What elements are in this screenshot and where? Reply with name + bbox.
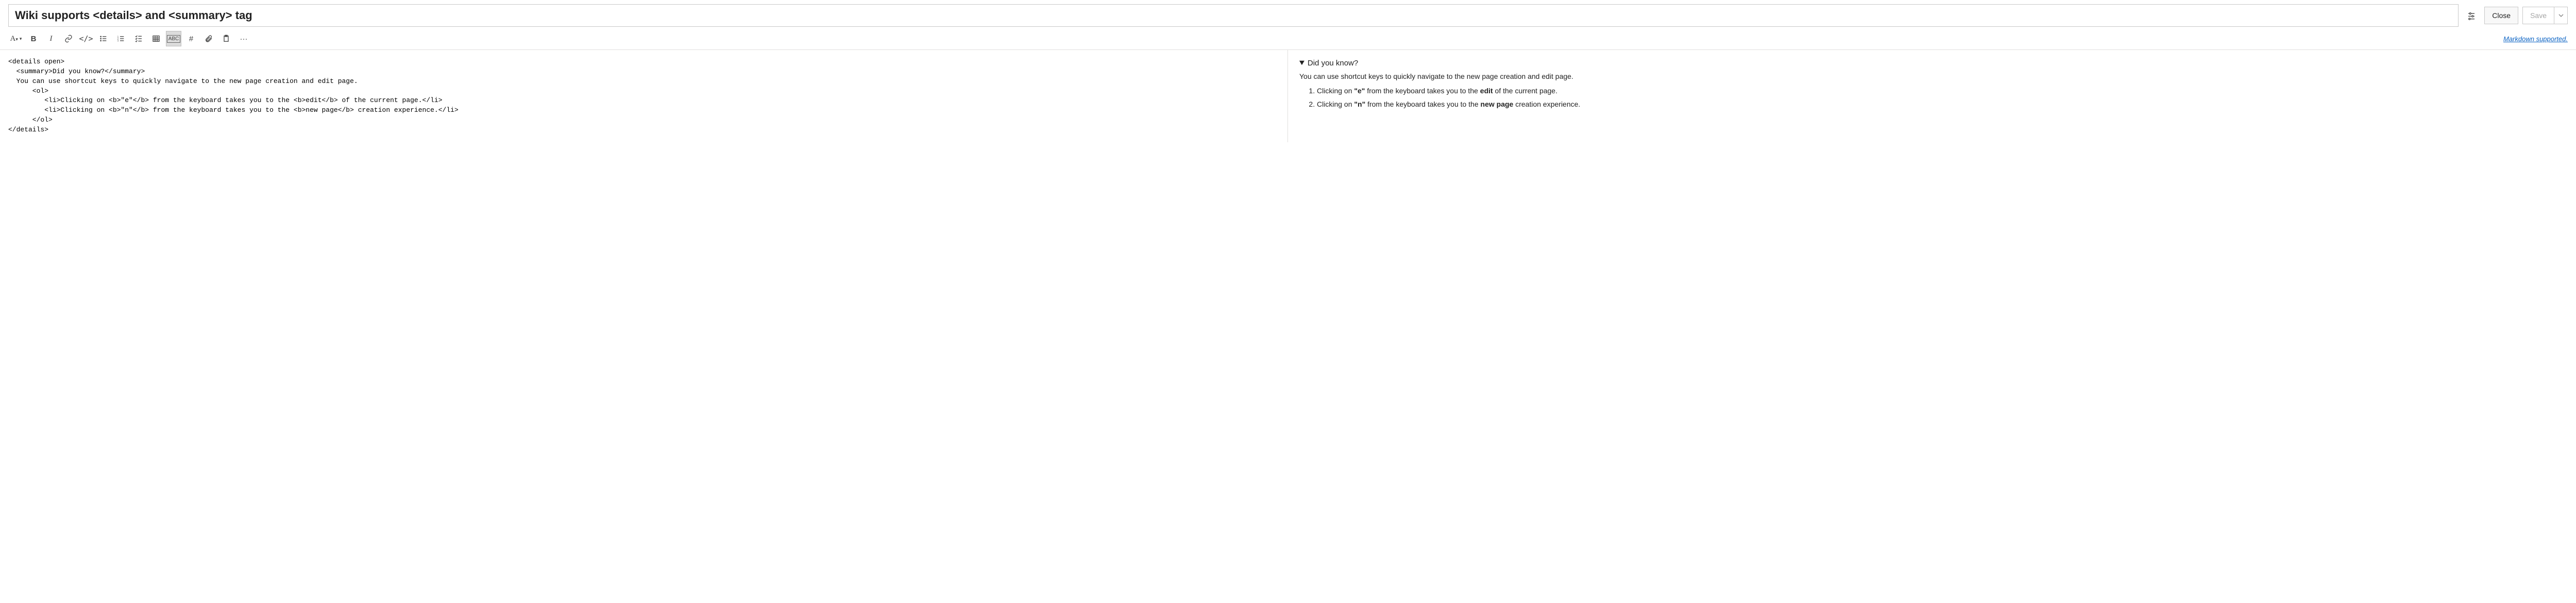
- clipboard-icon: [222, 35, 230, 43]
- hash-button[interactable]: #: [183, 31, 199, 46]
- markdown-supported-link[interactable]: Markdown supported.: [2503, 35, 2568, 43]
- preview-pane: Did you know? You can use shortcut keys …: [1288, 50, 2576, 142]
- list-item: Clicking on "n" from the keyboard takes …: [1317, 99, 2565, 110]
- chevron-down-icon: [2558, 13, 2564, 18]
- bullet-list-button[interactable]: [96, 31, 111, 46]
- editor-split: <details open> <summary>Did you know?</s…: [0, 50, 2576, 142]
- details-list: Clicking on "e" from the keyboard takes …: [1299, 86, 2565, 110]
- numbered-list-icon: 123: [117, 35, 125, 43]
- save-dropdown-button[interactable]: [2554, 7, 2568, 24]
- details-block[interactable]: Did you know? You can use shortcut keys …: [1299, 57, 2565, 110]
- toolbar-row: A▾ ▾ B I </> 123 ABC: [0, 29, 2576, 50]
- bullet-list-icon: [99, 35, 108, 43]
- checklist-icon: [134, 35, 143, 43]
- paste-button[interactable]: [218, 31, 234, 46]
- details-summary[interactable]: Did you know?: [1299, 57, 2565, 69]
- text-style-icon: A▾: [10, 35, 18, 43]
- code-button[interactable]: </>: [78, 31, 94, 46]
- checklist-button[interactable]: [131, 31, 146, 46]
- italic-icon: I: [50, 35, 53, 43]
- italic-button[interactable]: I: [43, 31, 59, 46]
- save-button-group: Save: [2522, 7, 2568, 24]
- link-button[interactable]: [61, 31, 76, 46]
- chevron-down-icon: ▾: [20, 36, 22, 42]
- numbered-list-button[interactable]: 123: [113, 31, 129, 46]
- settings-button[interactable]: [2463, 7, 2480, 24]
- list-item: Clicking on "e" from the keyboard takes …: [1317, 86, 2565, 97]
- markdown-editor[interactable]: <details open> <summary>Did you know?</s…: [0, 50, 1288, 142]
- formatting-toolbar: A▾ ▾ B I </> 123 ABC: [8, 31, 251, 46]
- bold-button[interactable]: B: [26, 31, 41, 46]
- text-style-dropdown[interactable]: A▾ ▾: [8, 31, 24, 46]
- details-body-text: You can use shortcut keys to quickly nav…: [1299, 71, 2565, 82]
- wiki-edit-page: Close Save A▾ ▾ B I </>: [0, 0, 2576, 142]
- paperclip-icon: [205, 35, 213, 43]
- attach-button[interactable]: [201, 31, 216, 46]
- abc-button[interactable]: ABC: [166, 31, 181, 46]
- svg-text:3: 3: [117, 39, 119, 42]
- page-title-input[interactable]: [8, 4, 2459, 27]
- ellipsis-icon: ···: [240, 35, 248, 43]
- close-button[interactable]: Close: [2484, 7, 2518, 24]
- table-icon: [152, 35, 160, 43]
- save-button[interactable]: Save: [2522, 7, 2554, 24]
- more-button[interactable]: ···: [236, 31, 251, 46]
- header-row: Close Save: [0, 0, 2576, 29]
- abc-icon: ABC: [167, 35, 181, 43]
- link-icon: [64, 35, 73, 43]
- hash-icon: #: [189, 35, 193, 43]
- bold-icon: B: [31, 35, 37, 43]
- table-button[interactable]: [148, 31, 164, 46]
- sliders-icon: [2467, 11, 2476, 20]
- code-icon: </>: [79, 34, 93, 43]
